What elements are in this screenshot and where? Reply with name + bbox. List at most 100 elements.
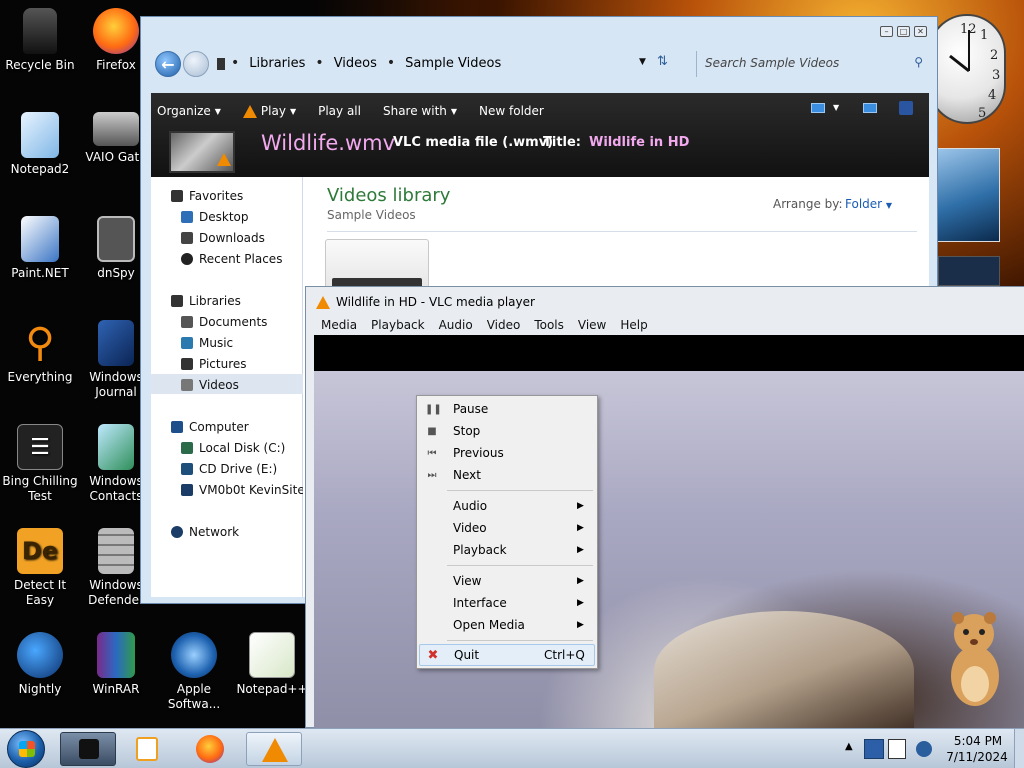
menu-audio[interactable]: Audio xyxy=(432,317,480,335)
nav-music[interactable]: Music xyxy=(181,336,233,350)
desktop-icon-apple-software-update[interactable]: Apple Softwa... xyxy=(154,632,234,712)
desktop-icon-recycle-bin[interactable]: Recycle Bin xyxy=(0,8,80,73)
taskbar-media-player-button[interactable] xyxy=(120,732,176,766)
refresh-icon[interactable]: ⇅ xyxy=(657,54,668,69)
close-button[interactable]: ✕ xyxy=(914,26,927,37)
desktop-icon-winrar[interactable]: WinRAR xyxy=(76,632,156,697)
menu-item-audio[interactable]: Audio ▶ xyxy=(419,495,595,517)
nav-cd-drive[interactable]: CD Drive (E:) xyxy=(181,462,277,476)
nav-favorites[interactable]: Favorites xyxy=(171,189,243,203)
vaio-gate-icon xyxy=(93,112,139,146)
address-dropdown-icon[interactable]: ▼ xyxy=(639,57,646,67)
desktop-icon-everything[interactable]: ⚲ Everything xyxy=(0,320,80,385)
close-icon: ✖ xyxy=(427,647,439,663)
taskbar-vlc-button[interactable] xyxy=(246,732,302,766)
search-input[interactable]: Search Sample Videos ⚲ xyxy=(696,51,929,77)
desktop-icon-nightly[interactable]: Nightly xyxy=(0,632,80,697)
new-folder-button[interactable]: New folder xyxy=(479,99,544,123)
explorer-icon xyxy=(79,739,99,759)
taskbar-explorer-button[interactable] xyxy=(60,732,116,766)
nav-pictures[interactable]: Pictures xyxy=(181,357,247,371)
slideshow-gadget[interactable] xyxy=(934,148,1000,242)
nav-recent-places[interactable]: Recent Places xyxy=(181,252,282,266)
menu-item-pause[interactable]: ❚❚ Pause xyxy=(419,398,595,420)
menu-help[interactable]: Help xyxy=(613,317,654,335)
minimize-button[interactable]: – xyxy=(880,26,893,37)
arrange-by-dropdown[interactable]: Folder ▼ xyxy=(845,197,892,211)
maximize-button[interactable]: □ xyxy=(897,26,910,37)
view-dropdown-icon[interactable]: ▼ xyxy=(833,103,839,112)
desktop-icon-notepad2[interactable]: Notepad2 xyxy=(0,112,80,177)
preview-pane-icon[interactable] xyxy=(863,103,877,113)
nav-local-disk[interactable]: Local Disk (C:) xyxy=(181,441,285,455)
taskbar-clock-date[interactable]: 7/11/2024 xyxy=(944,750,1010,764)
menu-video[interactable]: Video xyxy=(480,317,528,335)
winrar-icon xyxy=(97,632,135,678)
forward-button[interactable] xyxy=(183,51,209,77)
nav-videos[interactable]: Videos xyxy=(181,378,239,392)
play-button[interactable]: Play ▼ xyxy=(242,99,296,123)
desktop-icon-label: Apple Softwa... xyxy=(167,682,221,711)
share-with-button[interactable]: Share with ▼ xyxy=(383,99,457,123)
menu-item-quit[interactable]: ✖ Quit Ctrl+Q xyxy=(419,644,595,666)
nav-computer[interactable]: Computer xyxy=(171,420,249,434)
nav-downloads[interactable]: Downloads xyxy=(181,231,265,245)
stop-icon: ■ xyxy=(427,425,437,437)
music-icon xyxy=(181,337,193,349)
breadcrumb-videos[interactable]: Videos xyxy=(334,56,377,71)
show-hidden-icons-button[interactable]: ▲ xyxy=(845,741,853,752)
vlc-cone-icon xyxy=(217,153,231,166)
desktop-icon-detect-it-easy[interactable]: De Detect It Easy xyxy=(0,528,80,608)
menu-item-open-media[interactable]: Open Media ▶ xyxy=(419,614,595,636)
nav-desktop[interactable]: Desktop xyxy=(181,210,249,224)
windows-journal-icon xyxy=(98,320,134,366)
desktop-icon-label: Recycle Bin xyxy=(5,58,75,72)
desktop-icon-notepad-plus-plus[interactable]: Notepad++ xyxy=(232,632,312,697)
menu-item-video[interactable]: Video ▶ xyxy=(419,517,595,539)
explorer-titlebar[interactable]: – □ ✕ xyxy=(141,17,937,43)
network-tray-icon[interactable] xyxy=(864,739,884,759)
menu-item-playback[interactable]: Playback ▶ xyxy=(419,539,595,561)
vlc-cone-icon xyxy=(242,104,257,118)
desktop-icon-paint-net[interactable]: Paint.NET xyxy=(0,216,80,281)
volume-tray-icon[interactable] xyxy=(916,741,932,757)
clock-gadget[interactable]: 12 1 2 3 4 5 xyxy=(928,14,1010,126)
nav-documents[interactable]: Documents xyxy=(181,315,267,329)
vlc-cone-icon xyxy=(262,738,288,762)
taskbar-clock-time[interactable]: 5:04 PM xyxy=(948,734,1008,748)
view-options-icon[interactable] xyxy=(811,103,825,113)
nav-libraries[interactable]: Libraries xyxy=(171,294,241,308)
taskbar-firefox-button[interactable] xyxy=(182,732,238,766)
menu-item-interface[interactable]: Interface ▶ xyxy=(419,592,595,614)
firefox-icon xyxy=(93,8,139,54)
gadget-panel[interactable] xyxy=(938,256,1000,286)
vlc-window[interactable]: Wildlife in HD - VLC media player Media … xyxy=(305,286,1024,731)
menu-separator xyxy=(447,490,593,491)
action-center-tray-icon[interactable] xyxy=(888,739,906,759)
menu-media[interactable]: Media xyxy=(314,317,364,335)
start-button[interactable] xyxy=(7,730,45,768)
menu-item-next[interactable]: ⏭ Next xyxy=(419,464,595,486)
media-file-name: Wildlife.wmv xyxy=(261,131,396,155)
menu-separator xyxy=(447,565,593,566)
play-all-button[interactable]: Play all xyxy=(318,99,361,123)
menu-item-stop[interactable]: ■ Stop xyxy=(419,420,595,442)
organize-button[interactable]: Organize ▼ xyxy=(157,99,221,123)
vlc-titlebar[interactable]: Wildlife in HD - VLC media player xyxy=(306,287,1024,317)
notepad2-icon xyxy=(21,112,59,158)
back-button[interactable]: ← xyxy=(155,51,181,77)
nav-network-drive[interactable]: VM0b0t KevinSite xyxy=(181,483,305,497)
video-content xyxy=(654,611,914,731)
menu-tools[interactable]: Tools xyxy=(527,317,571,335)
breadcrumb-libraries[interactable]: Libraries xyxy=(249,56,305,71)
menu-view[interactable]: View xyxy=(571,317,613,335)
menu-playback[interactable]: Playback xyxy=(364,317,432,335)
desktop-icon-bing-chilling-test[interactable]: ☰ Bing Chilling Test xyxy=(0,424,80,504)
menu-item-previous[interactable]: ⏮ Previous xyxy=(419,442,595,464)
show-desktop-button[interactable] xyxy=(1014,729,1024,768)
menu-item-view[interactable]: View ▶ xyxy=(419,570,595,592)
nav-network[interactable]: Network xyxy=(171,525,239,539)
libraries-icon xyxy=(171,295,183,307)
breadcrumb-sample-videos[interactable]: Sample Videos xyxy=(405,56,501,71)
help-icon[interactable] xyxy=(899,101,913,115)
